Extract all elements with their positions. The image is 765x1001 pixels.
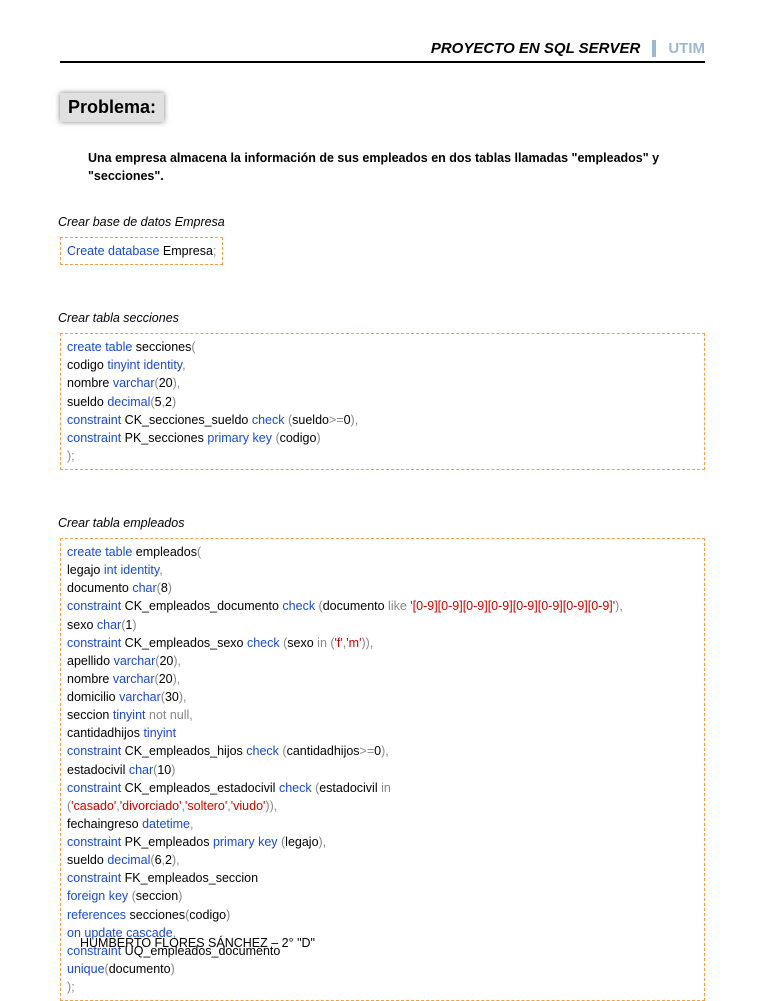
header-tag: UTIM — [660, 40, 705, 57]
problem-description: Una empresa almacena la información de s… — [88, 150, 705, 185]
page-footer: HUMBERTO FLORES SÁNCHEZ – 2° "D" — [80, 936, 315, 950]
code-block-database: Create database Empresa; — [60, 237, 223, 265]
section-heading: Problema: — [60, 93, 164, 122]
subheading-empleados: Crear tabla empleados — [58, 516, 705, 530]
code-block-empleados: create table empleados( legajo int ident… — [60, 538, 705, 1001]
code-block-secciones: create table secciones( codigo tinyint i… — [60, 333, 705, 470]
header-title: PROYECTO EN SQL SERVER — [431, 40, 657, 57]
subheading-database: Crear base de datos Empresa — [58, 215, 705, 229]
page-header: PROYECTO EN SQL SERVER UTIM — [60, 40, 705, 63]
subheading-secciones: Crear tabla secciones — [58, 311, 705, 325]
